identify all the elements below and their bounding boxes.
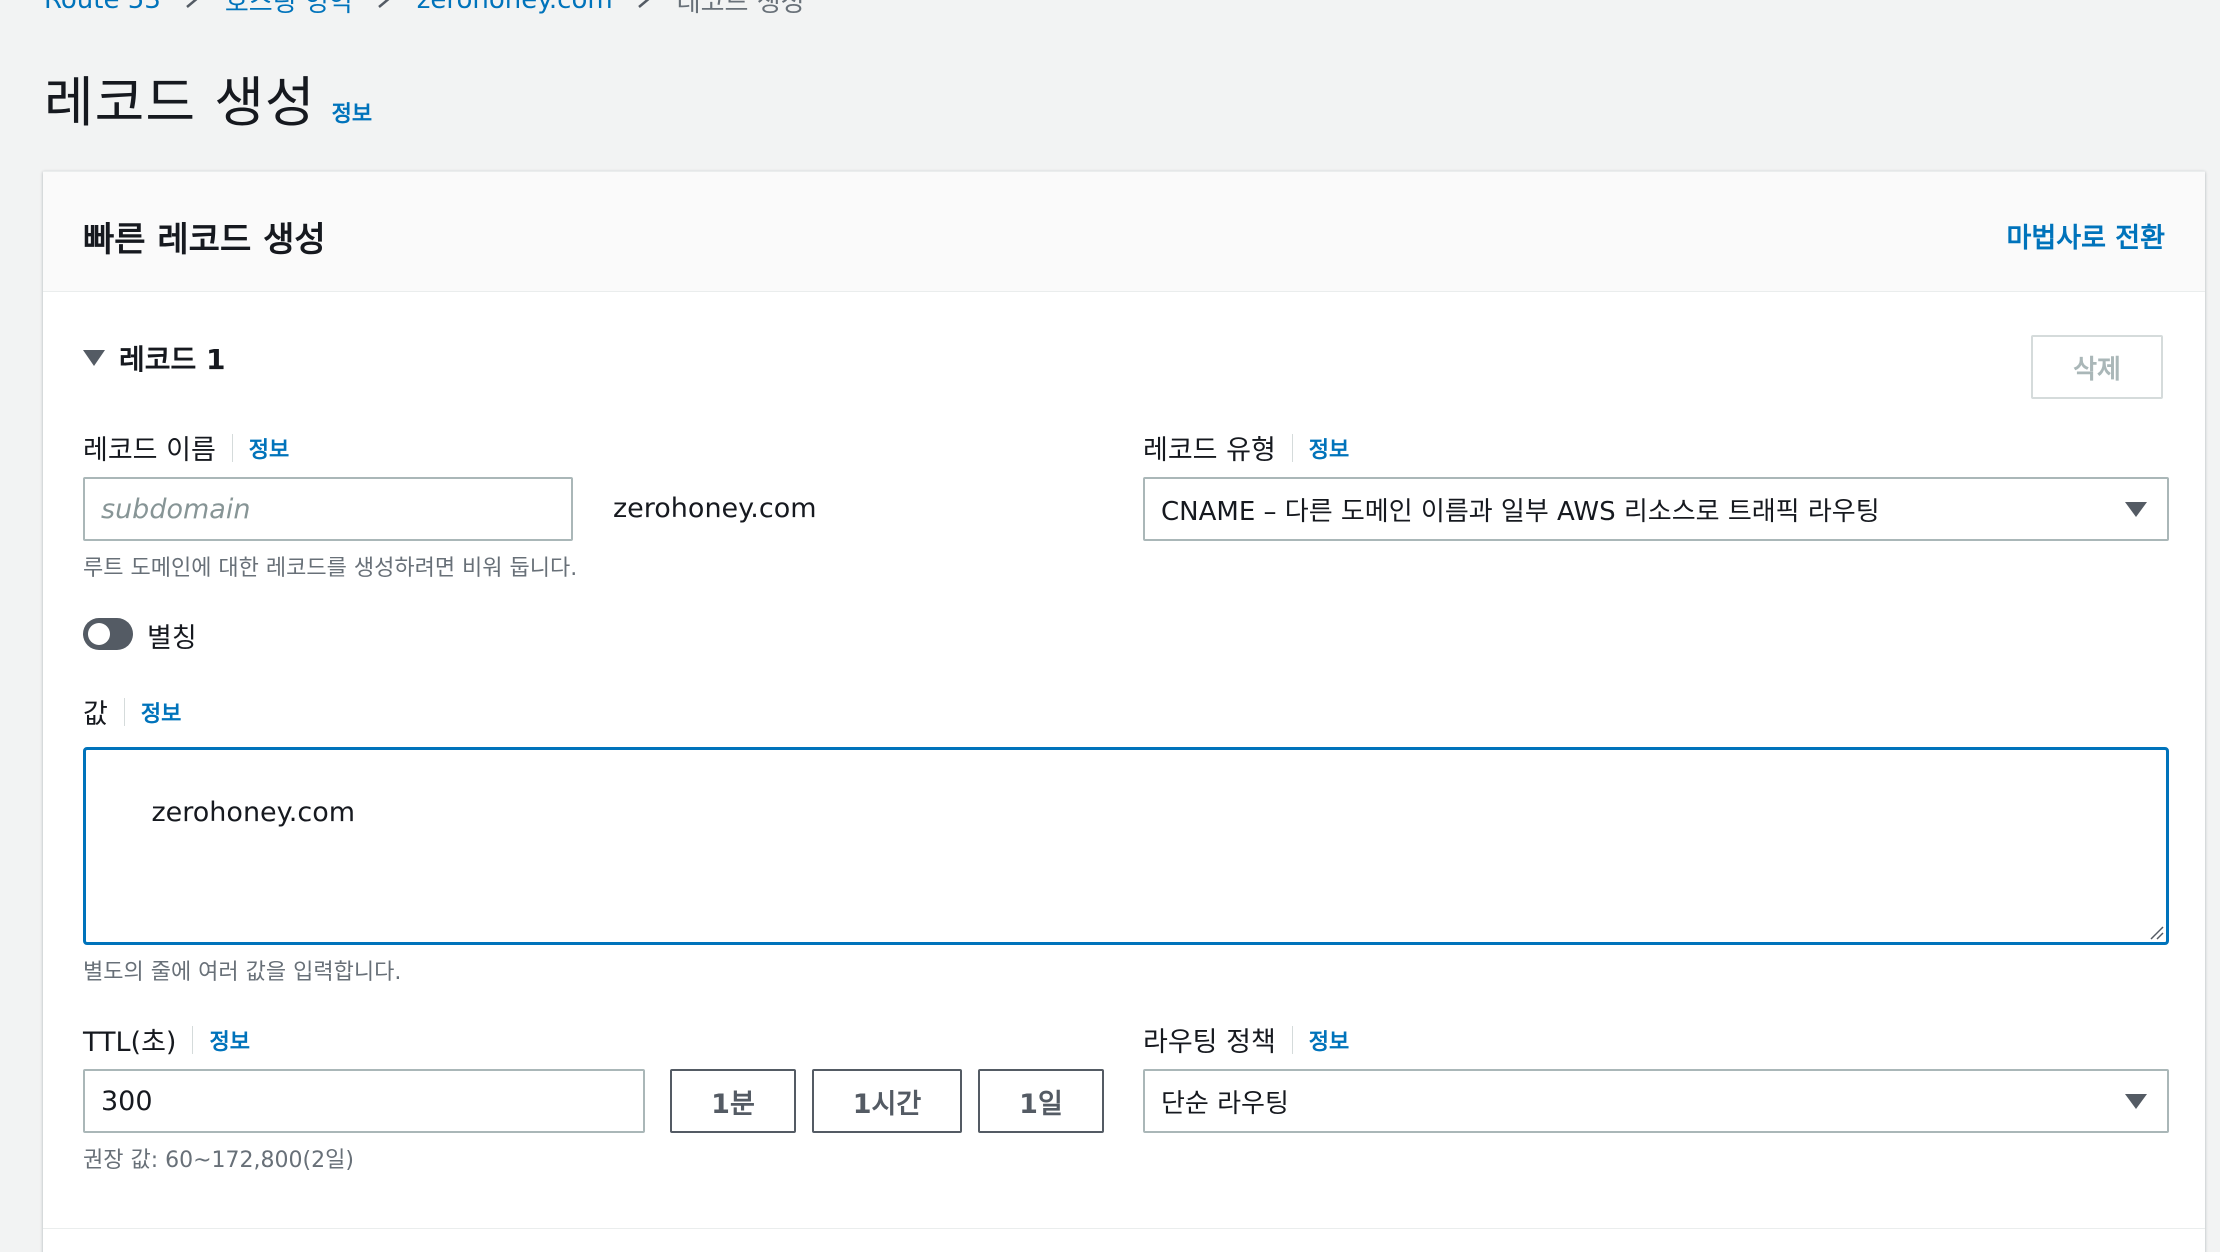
record-name-label-row: 레코드 이름 정보: [83, 428, 289, 467]
value-hint: 별도의 줄에 여러 값을 입력합니다.: [83, 960, 402, 985]
quick-create-container: 빠른 레코드 생성 마법사로 전환 레코드 1 삭제 레코드 이름 정보 sub…: [43, 171, 2205, 1252]
page-title: 레코드 생성: [44, 71, 316, 134]
page-info-link[interactable]: 정보: [332, 96, 372, 128]
caret-down-icon: [2125, 1094, 2147, 1109]
ttl-info-link[interactable]: 정보: [209, 1024, 249, 1056]
domain-suffix: zerohoney.com: [613, 493, 817, 524]
ttl-label: TTL(초): [83, 1027, 177, 1058]
alias-toggle[interactable]: [83, 618, 133, 650]
breadcrumb: Route 53 호스팅 영역 zerohoney.com 레코드 생성: [44, 0, 805, 18]
record-type-select[interactable]: CNAME – 다른 도메인 이름과 일부 AWS 리소스로 트래픽 라우팅: [1143, 477, 2169, 541]
routing-policy-label-row: 라우팅 정책 정보: [1143, 1020, 1349, 1059]
switch-to-wizard-link[interactable]: 마법사로 전환: [2007, 216, 2165, 255]
routing-policy-info-link[interactable]: 정보: [1309, 1024, 1349, 1056]
record-name-info-link[interactable]: 정보: [249, 432, 289, 464]
ttl-1min-button[interactable]: 1분: [670, 1069, 796, 1133]
value-info-link[interactable]: 정보: [141, 696, 181, 728]
resize-handle-icon[interactable]: [2148, 924, 2164, 940]
container-header: 빠른 레코드 생성 마법사로 전환: [43, 172, 2205, 292]
label-divider: [123, 697, 125, 726]
routing-policy-selected: 단순 라우팅: [1161, 1088, 1289, 1119]
page-header: 레코드 생성 정보: [44, 58, 372, 137]
record-name-label: 레코드 이름: [83, 435, 216, 466]
record-name-hint: 루트 도메인에 대한 레코드를 생성하려면 비워 둡니다.: [83, 556, 578, 581]
container-title: 빠른 레코드 생성: [83, 220, 326, 260]
breadcrumb-hosted-zones[interactable]: 호스팅 영역: [225, 0, 353, 19]
breadcrumb-domain[interactable]: zerohoney.com: [417, 0, 613, 15]
breadcrumb-route53[interactable]: Route 53: [44, 0, 161, 15]
routing-policy-label: 라우팅 정책: [1143, 1027, 1276, 1058]
chevron-right-icon: [161, 0, 225, 18]
ttl-label-row: TTL(초) 정보: [83, 1020, 250, 1059]
ttl-1day-button[interactable]: 1일: [978, 1069, 1104, 1133]
chevron-right-icon: [353, 0, 417, 18]
record-name-input[interactable]: subdomain: [83, 477, 573, 541]
section-divider: [43, 1228, 2205, 1229]
toggle-knob: [88, 623, 110, 645]
routing-policy-select[interactable]: 단순 라우팅: [1143, 1069, 2169, 1133]
record-type-label-row: 레코드 유형 정보: [1143, 428, 1349, 467]
ttl-value: 300: [101, 1085, 153, 1117]
value-textarea[interactable]: zerohoney.com: [83, 747, 2169, 945]
page: Route 53 호스팅 영역 zerohoney.com 레코드 생성 레코드…: [0, 0, 2220, 1252]
record-name-placeholder: subdomain: [101, 493, 251, 525]
caret-down-icon: [83, 350, 105, 366]
record-expand-toggle[interactable]: 레코드 1: [83, 338, 226, 378]
record-type-label: 레코드 유형: [1143, 435, 1276, 466]
ttl-1hour-button[interactable]: 1시간: [812, 1069, 962, 1133]
record-type-info-link[interactable]: 정보: [1309, 432, 1349, 464]
value-label-row: 값 정보: [83, 692, 181, 731]
caret-down-icon: [2125, 502, 2147, 517]
record-type-selected: CNAME – 다른 도메인 이름과 일부 AWS 리소스로 트래픽 라우팅: [1161, 496, 1880, 527]
label-divider: [1291, 1025, 1293, 1054]
ttl-input[interactable]: 300: [83, 1069, 645, 1133]
value-textarea-content: zerohoney.com: [151, 797, 356, 828]
value-label: 값: [83, 699, 108, 730]
label-divider: [231, 433, 233, 462]
breadcrumb-current: 레코드 생성: [676, 0, 805, 18]
alias-label: 별칭: [147, 623, 197, 654]
delete-record-button[interactable]: 삭제: [2031, 335, 2163, 399]
chevron-right-icon: [613, 0, 677, 18]
label-divider: [192, 1025, 194, 1054]
ttl-hint: 권장 값: 60~172,800(2일): [83, 1148, 354, 1173]
record-title: 레코드 1: [119, 343, 226, 376]
label-divider: [1291, 433, 1293, 462]
